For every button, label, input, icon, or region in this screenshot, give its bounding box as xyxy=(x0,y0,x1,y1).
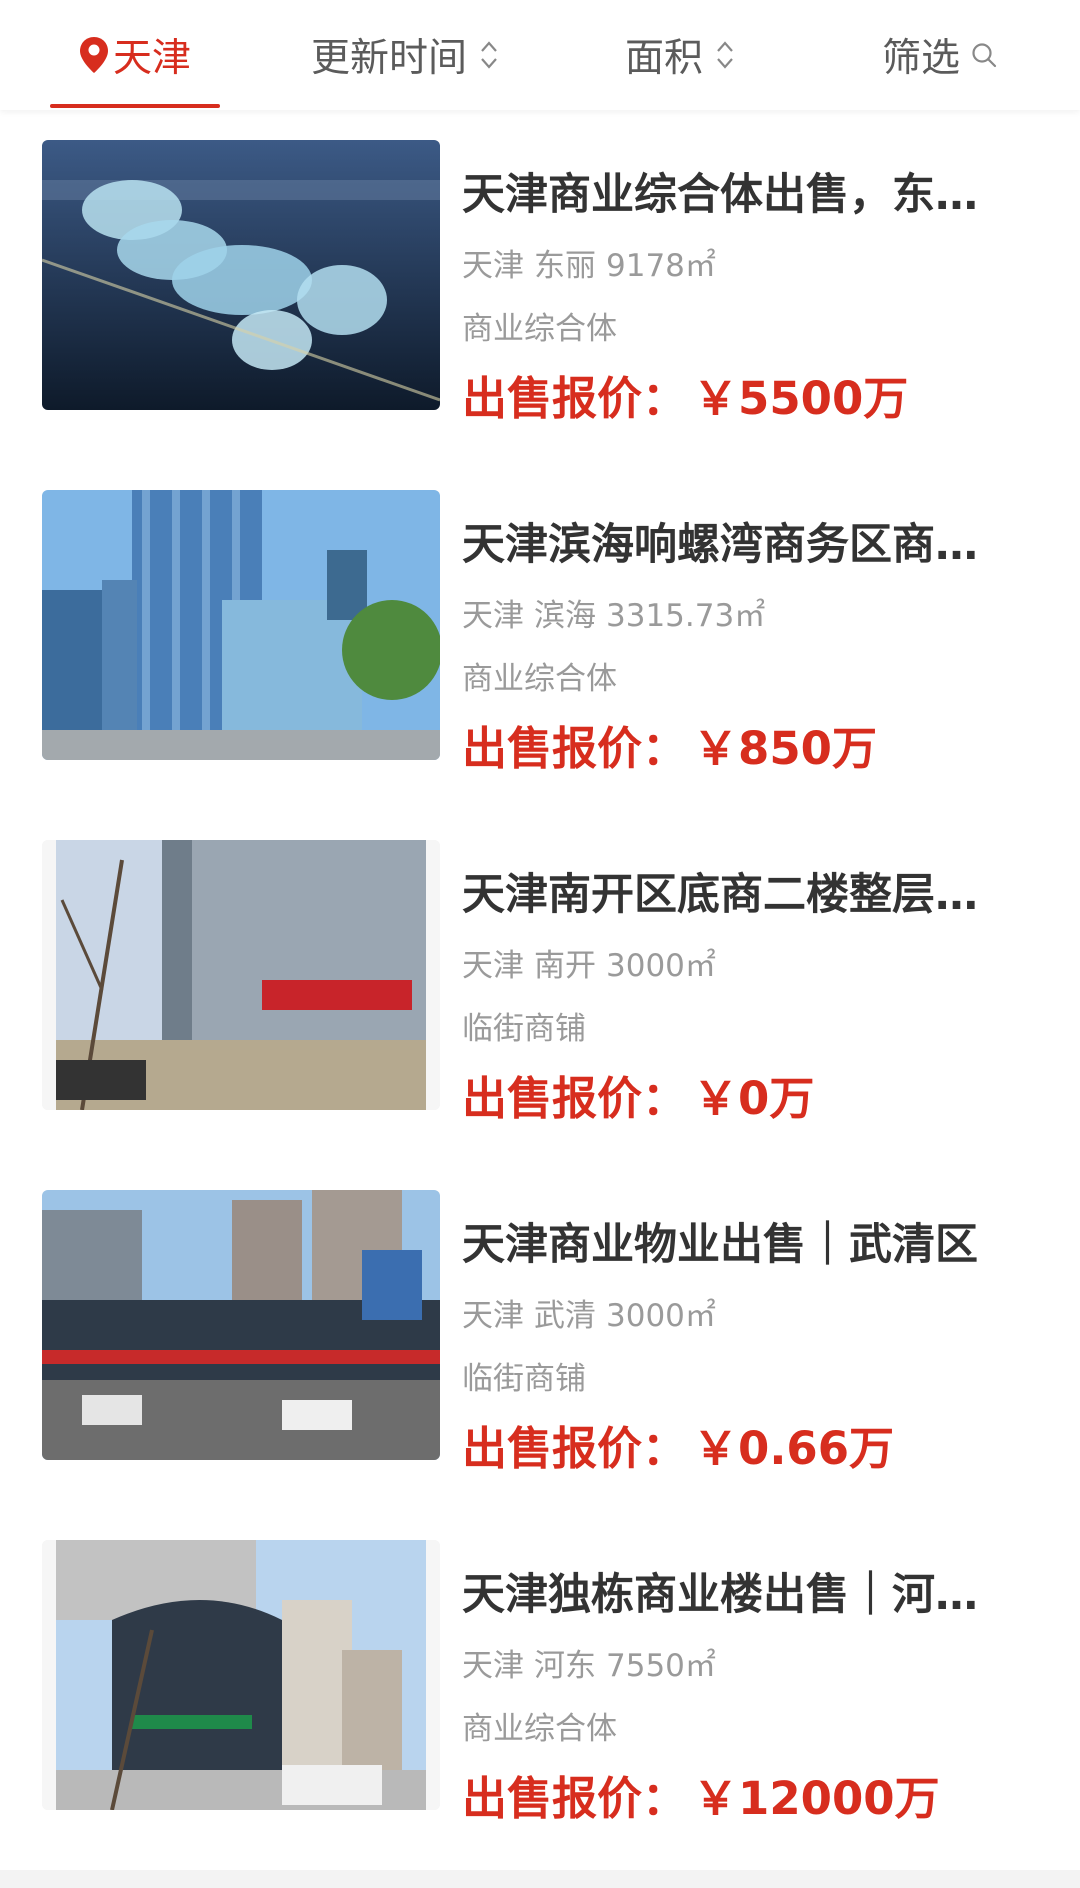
listing-type: 商业综合体 xyxy=(462,661,617,697)
price-label: 出售报价： xyxy=(462,1772,688,1825)
listing-title: 天津南开区底商二楼整层出售 xyxy=(462,870,1002,920)
tab-area[interactable]: 面积 xyxy=(605,20,755,90)
listing-area: 3000㎡ xyxy=(606,1298,716,1334)
tab-filter-label: 筛选 xyxy=(881,36,960,81)
listing-city: 天津 xyxy=(462,248,524,284)
listing-district: 河东 xyxy=(534,1648,596,1684)
listing-area: 3000㎡ xyxy=(606,948,716,984)
top-filter-bar: 天津 更新时间 面积 筛选 xyxy=(0,0,1080,110)
listing-location: 天津 武清 3000㎡ xyxy=(462,1290,716,1335)
listing-area: 3315.73㎡ xyxy=(606,598,766,634)
listing-city: 天津 xyxy=(462,1298,524,1334)
listing-type: 商业综合体 xyxy=(462,1711,617,1747)
listing-type: 临街商铺 xyxy=(462,1361,586,1397)
listing-card[interactable]: 天津南开区底商二楼整层出售 天津 南开 3000㎡ 临街商铺 出售报价： ￥0万 xyxy=(0,810,1080,1160)
listing-title: 天津滨海响螺湾商务区商业综合体 xyxy=(462,520,1002,570)
listing-card[interactable]: 天津独栋商业楼出售｜河东区 天津 河东 7550㎡ 商业综合体 出售报价： ￥1200… xyxy=(0,1510,1080,1860)
price-label: 出售报价： xyxy=(462,1072,688,1125)
listing-type: 临街商铺 xyxy=(462,1011,586,1047)
listing-area: 7550㎡ xyxy=(606,1648,716,1684)
listing-title: 天津商业综合体出售，东丽区 xyxy=(462,170,1002,220)
tab-area-label: 面积 xyxy=(624,36,703,81)
listing-card[interactable]: 天津商业综合体出售，东丽区 天津 东丽 9178㎡ 商业综合体 出售报价： ￥5500… xyxy=(0,110,1080,460)
listing-photo xyxy=(42,1190,440,1460)
listing-location: 天津 河东 7550㎡ xyxy=(462,1640,716,1685)
listing-type: 商业综合体 xyxy=(462,311,617,347)
sort-arrows-icon xyxy=(715,38,735,72)
search-icon xyxy=(970,41,998,69)
price-label: 出售报价： xyxy=(462,722,688,775)
listing-location: 天津 滨海 3315.73㎡ xyxy=(462,590,765,635)
listing-district: 武清 xyxy=(534,1298,596,1334)
price-value: ￥850万 xyxy=(693,722,877,775)
listing-district: 滨海 xyxy=(534,598,596,634)
listing-city: 天津 xyxy=(462,1648,524,1684)
listing-photo xyxy=(42,840,440,1110)
listing-card[interactable]: 天津商业物业出售｜武清区 天津 武清 3000㎡ 临街商铺 出售报价： ￥0.66万 xyxy=(0,1160,1080,1510)
listing-photo xyxy=(42,140,440,410)
listing-location: 天津 东丽 9178㎡ xyxy=(462,240,716,285)
listing-price: 出售报价： ￥850万 xyxy=(462,712,877,777)
tab-city[interactable]: 天津 xyxy=(50,20,220,108)
listing-title: 天津独栋商业楼出售｜河东区 xyxy=(462,1570,1002,1620)
tab-filter[interactable]: 筛选 xyxy=(870,20,1010,90)
price-value: ￥12000万 xyxy=(693,1772,940,1825)
tab-update-time-label: 更新时间 xyxy=(310,36,467,81)
listing-photo xyxy=(42,490,440,760)
listing-district: 东丽 xyxy=(534,248,596,284)
price-label: 出售报价： xyxy=(462,372,688,425)
listing-district: 南开 xyxy=(534,948,596,984)
listing-city: 天津 xyxy=(462,948,524,984)
listing-card[interactable]: 天津滨海响螺湾商务区商业综合体 天津滨海 3315.73㎡ 商业综合体 出售报价：… xyxy=(0,460,1080,810)
listing-title: 天津商业物业出售｜武清区 xyxy=(462,1220,978,1270)
listing-price: 出售报价： ￥0万 xyxy=(462,1062,814,1127)
listing-location: 天津 南开 3000㎡ xyxy=(462,940,716,985)
listing-photo xyxy=(42,1540,440,1810)
bottom-edge xyxy=(0,1870,1080,1888)
listing-price: 出售报价： ￥0.66万 xyxy=(462,1412,894,1477)
price-value: ￥0万 xyxy=(693,1072,815,1125)
tab-update-time[interactable]: 更新时间 xyxy=(290,20,520,90)
active-tab-underline xyxy=(50,104,220,108)
price-value: ￥5500万 xyxy=(693,372,909,425)
sort-arrows-icon xyxy=(479,38,499,72)
listing-city: 天津 xyxy=(462,598,524,634)
tab-city-label: 天津 xyxy=(112,36,191,81)
listing-price: 出售报价： ￥12000万 xyxy=(462,1762,940,1827)
price-label: 出售报价： xyxy=(462,1422,688,1475)
listing-area: 9178㎡ xyxy=(606,248,716,284)
price-value: ￥0.66万 xyxy=(693,1422,895,1475)
location-pin-icon xyxy=(79,36,109,74)
listing-price: 出售报价： ￥5500万 xyxy=(462,362,908,427)
